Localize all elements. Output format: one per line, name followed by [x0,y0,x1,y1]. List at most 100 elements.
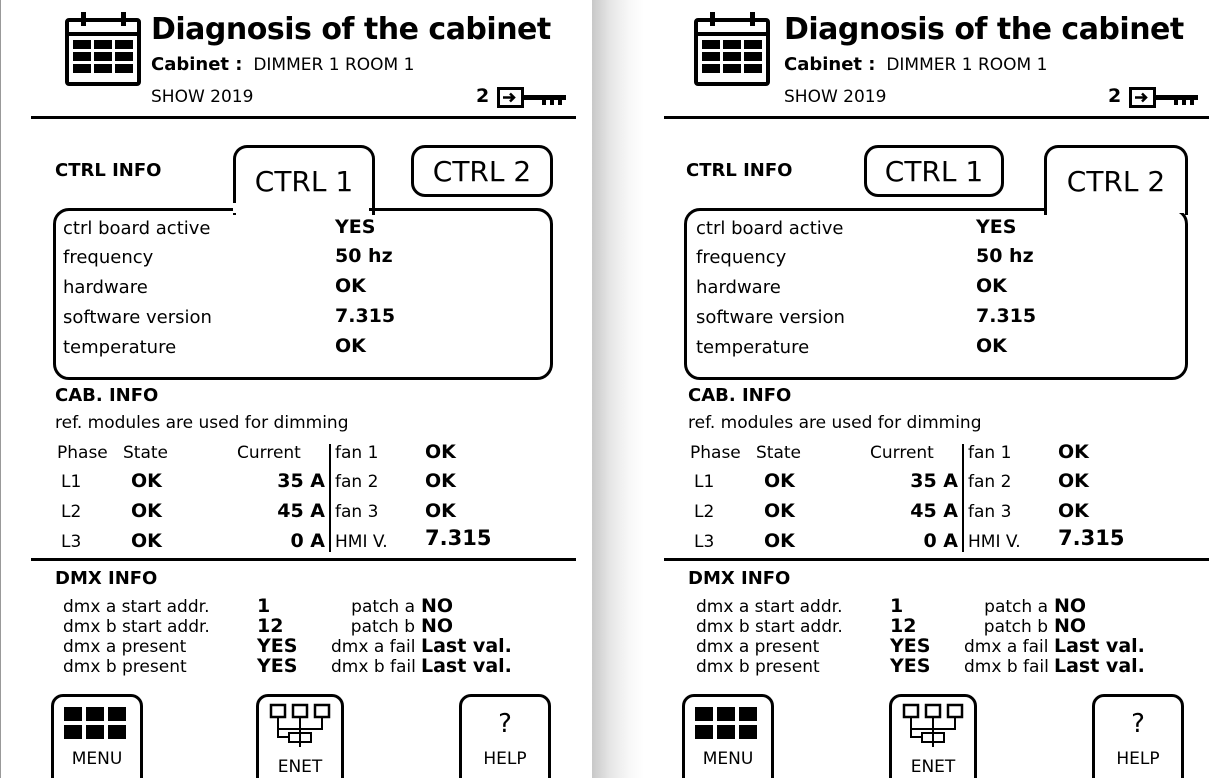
cab-divider [664,558,1209,561]
menu-grid-icon [695,707,757,739]
dmx-label: dmx b start addr. [63,617,210,637]
fan-value: OK [1058,470,1089,492]
cabinet-value: DIMMER 1 ROOM 1 [886,55,1048,75]
tab-joint [233,203,369,213]
key-icon [497,87,566,108]
network-icon [902,703,964,747]
page-title: Diagnosis of the cabinet [151,12,551,47]
ctrl-row-value: 50 hz [335,245,393,267]
fan-label: fan 1 [335,443,379,463]
diagnosis-screen-ctrl1: Diagnosis of the cabinet Cabinet : DIMME… [0,0,592,778]
phase-state: OK [131,530,162,552]
dmx-value: NO [421,615,454,637]
fan-value: OK [1058,441,1089,463]
cabinet-label: Cabinet : [151,54,243,75]
fan-value: OK [425,441,456,463]
dmx-value: YES [890,635,931,657]
dmx-label: dmx a fail [331,637,416,657]
fan-value: OK [425,500,456,522]
hmi-version-value: 7.315 [1058,526,1125,550]
menu-grid-icon [64,707,126,739]
tab-joint [1047,203,1185,213]
column-divider [329,444,331,552]
ctrl-info-title: CTRL INFO [686,160,793,181]
cabinet-value: DIMMER 1 ROOM 1 [253,55,415,75]
tab-ctrl2[interactable]: CTRL 2 [411,145,553,197]
cabinet-line: Cabinet : DIMMER 1 ROOM 1 [784,54,1047,75]
fan-label: fan 1 [968,443,1012,463]
dmx-label: patch a [351,597,415,617]
access-level: 2 [1108,85,1122,107]
fan-label: fan 2 [335,472,379,492]
key-icon [1129,87,1198,108]
access-level: 2 [476,85,490,107]
dmx-info-title: DMX INFO [688,568,791,589]
phase-current: 0 A [923,530,958,552]
dmx-value: YES [257,655,298,677]
calendar-icon [694,12,770,86]
phase-state: OK [764,500,795,522]
fan-label: fan 2 [968,472,1012,492]
cabinet-label: Cabinet : [784,54,876,75]
dmx-label: patch b [983,617,1048,637]
col-state-header: State [123,443,168,463]
menu-button-label: MENU [702,749,754,769]
network-icon [269,703,331,747]
col-current-header: Current [870,443,934,463]
ctrl-row-value: OK [335,275,366,297]
dmx-value: 1 [890,595,904,617]
diagnosis-screen-ctrl2: Diagnosis of the cabinet Cabinet : DIMME… [644,0,1216,778]
dmx-value: Last val. [1054,635,1145,657]
phase-state: OK [131,470,162,492]
phase-label: L3 [61,532,82,552]
hmi-version-label: HMI V. [335,532,388,552]
ctrl-row-value: YES [976,216,1017,238]
phase-label: L2 [61,502,82,522]
phase-state: OK [131,500,162,522]
ctrl-row-label: temperature [63,337,177,358]
phase-state: OK [764,530,795,552]
enet-button[interactable]: ENET [256,694,344,778]
phase-current: 45 A [910,500,958,522]
help-button-label: HELP [1116,749,1160,769]
dmx-label: dmx b fail [331,657,416,677]
header-divider [664,116,1209,119]
ctrl-row-label: ctrl board active [63,218,211,239]
dmx-value: Last val. [421,655,512,677]
ctrl-row-value: 50 hz [976,245,1034,267]
ctrl-row-value: OK [976,335,1007,357]
col-current-header: Current [237,443,301,463]
ctrl-row-label: software version [63,307,212,328]
ctrl-row-value: 7.315 [335,305,396,327]
enet-button[interactable]: ENET [889,694,977,778]
ctrl-info-title: CTRL INFO [55,160,162,181]
fan-label: fan 3 [968,502,1012,522]
dmx-label: dmx a start addr. [63,597,210,617]
fan-value: OK [425,470,456,492]
dmx-value: NO [1054,595,1087,617]
ctrl-row-value: OK [976,275,1007,297]
dmx-value: YES [257,635,298,657]
dmx-info-title: DMX INFO [55,568,158,589]
hmi-version-label: HMI V. [968,532,1021,552]
ctrl-row-label: software version [696,307,845,328]
dmx-value: NO [1054,615,1087,637]
dmx-value: YES [890,655,931,677]
menu-button[interactable]: MENU [682,694,774,778]
dmx-label: dmx a present [696,637,820,657]
ctrl-row-label: hardware [696,277,781,298]
help-button[interactable]: ? HELP [459,694,551,778]
dmx-value: 12 [890,615,917,637]
col-phase-header: Phase [690,443,741,463]
show-name: SHOW 2019 [784,87,887,107]
enet-button-label: ENET [277,757,323,777]
help-button[interactable]: ? HELP [1092,694,1184,778]
cab-info-title: CAB. INFO [688,385,792,406]
help-button-label: HELP [483,749,527,769]
tab-ctrl1[interactable]: CTRL 1 [864,145,1004,197]
column-divider [962,444,964,552]
menu-button[interactable]: MENU [51,694,143,778]
fan-label: fan 3 [335,502,379,522]
page-title: Diagnosis of the cabinet [784,12,1184,47]
ctrl-row-value: YES [335,216,376,238]
